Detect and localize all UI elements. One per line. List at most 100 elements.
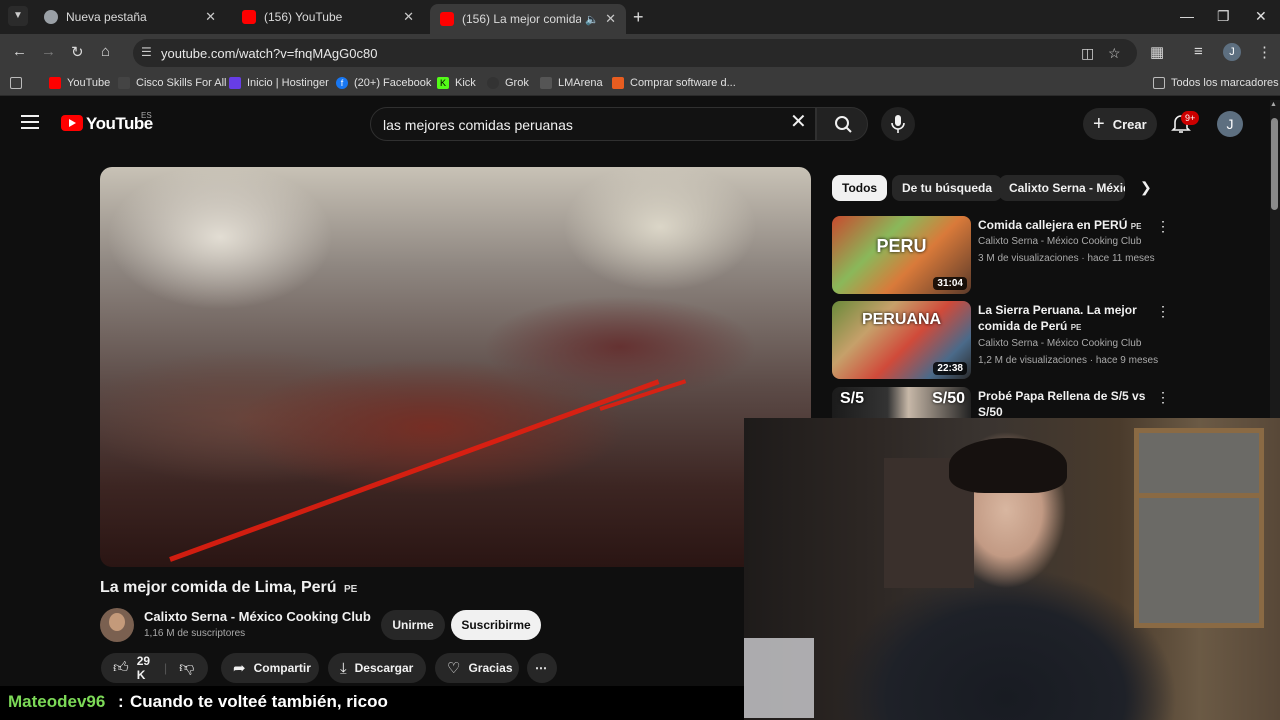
video-thumbnail[interactable]: PERU 31:04 [832, 216, 971, 294]
recommendation-title[interactable]: Probé Papa Rellena de S/5 vs S/50 [978, 388, 1150, 420]
more-options-icon[interactable]: ⋮ [1156, 389, 1170, 406]
extensions-icon[interactable]: ▦ [1150, 43, 1164, 61]
bookmark-label: Todos los marcadores [1171, 77, 1279, 89]
bookmark-star-icon[interactable]: ☆ [1108, 45, 1121, 62]
dislike-icon[interactable]: 👎︎ [179, 659, 194, 677]
thanks-heart-icon: ♡ [447, 660, 461, 677]
subscribe-button[interactable]: Suscribirme [451, 610, 541, 640]
bookmark-hostinger[interactable]: Inicio | Hostinger [229, 77, 329, 89]
channel-avatar[interactable] [100, 608, 134, 642]
bookmark-youtube[interactable]: YouTube [49, 77, 110, 89]
chip-all[interactable]: Todos [832, 175, 888, 201]
tab-current-video[interactable]: (156) La mejor comida de L 🔈 ✕ [430, 4, 626, 34]
chip-from-search[interactable]: De tu búsqueda [892, 175, 1003, 201]
recommendation-channel[interactable]: Calixto Serna - México Cooking Club [978, 338, 1141, 349]
apps-icon[interactable] [10, 77, 28, 89]
account-avatar[interactable]: J [1217, 111, 1243, 137]
recommendation-title[interactable]: La Sierra Peruana. La mejor comida de Pe… [978, 302, 1150, 336]
webcam-overlay [744, 418, 1280, 720]
bookmark-grok[interactable]: Grok [487, 77, 529, 89]
forward-icon[interactable]: → [41, 43, 56, 60]
all-bookmarks-folder[interactable]: Todos los marcadores [1153, 77, 1279, 89]
search-button[interactable] [816, 107, 868, 141]
thumbnail-text: S/5 [840, 390, 865, 407]
close-icon[interactable]: ✕ [605, 11, 616, 27]
chip-channel[interactable]: Calixto Serna - Méxic [999, 175, 1125, 201]
folder-icon [1153, 77, 1165, 89]
scroll-up-arrow-icon[interactable]: ▲ [1270, 101, 1277, 108]
recommendation-meta: 1,2 M de visualizaciones · hace 9 meses [978, 355, 1159, 366]
search-icon [835, 116, 852, 133]
country-flag: PE [1130, 222, 1142, 231]
thumbnail-text: PERU [876, 236, 927, 256]
window-close-icon[interactable]: ✕ [1255, 8, 1267, 25]
new-tab-button[interactable]: + [633, 7, 644, 28]
kick-icon: K [437, 77, 449, 89]
bookmark-label: Kick [455, 77, 476, 89]
chevron-right-icon[interactable]: ❯ [1140, 179, 1152, 196]
browser-menu-icon[interactable]: ⋮ [1257, 43, 1272, 61]
back-icon[interactable]: ← [12, 43, 27, 60]
cisco-icon [118, 77, 130, 89]
country-flag: PE [1070, 323, 1082, 332]
recommendation-title[interactable]: Comida callejera en PERÚ PE [978, 217, 1150, 235]
channel-name[interactable]: Calixto Serna - México Cooking Club [144, 609, 371, 624]
video-title-text: La mejor comida de Lima, Perú [100, 579, 337, 596]
youtube-header: YouTube ES las mejores comidas peruanas … [0, 100, 1280, 148]
share-label: Compartir [253, 661, 311, 675]
bookmark-cisco[interactable]: Cisco Skills For All [118, 77, 226, 89]
youtube-icon [49, 77, 61, 89]
media-controls-icon[interactable]: ≡ [1194, 43, 1203, 60]
join-button[interactable]: Unirme [381, 610, 445, 640]
download-button[interactable]: ⤓ Descargar [328, 653, 426, 683]
share-button[interactable]: ➦ Compartir [221, 653, 319, 683]
microphone-icon [891, 115, 905, 133]
maximize-icon[interactable]: ❐ [1217, 8, 1230, 25]
close-icon[interactable]: ✕ [403, 9, 414, 25]
like-icon[interactable]: 👍︎ [113, 659, 129, 677]
tab-new-tab[interactable]: Nueva pestaña ✕ [34, 4, 226, 30]
share-icon: ➦ [233, 660, 246, 677]
install-app-icon[interactable]: ◫ [1081, 45, 1094, 62]
notification-count-badge: 9+ [1181, 111, 1200, 125]
more-icon: ⋯ [535, 661, 547, 675]
site-info-icon[interactable]: ☰ [141, 45, 152, 59]
webcam-background-light [744, 638, 814, 718]
search-input[interactable]: las mejores comidas peruanas [370, 107, 816, 141]
more-actions-button[interactable]: ⋯ [527, 653, 557, 683]
bookmark-kick[interactable]: K Kick [437, 77, 476, 89]
menu-icon[interactable] [21, 115, 39, 129]
create-button[interactable]: + Crear [1083, 108, 1157, 140]
thumbnail-text: S/50 [932, 390, 965, 407]
bookmark-facebook[interactable]: f (20+) Facebook [336, 77, 431, 89]
browser-profile-avatar[interactable]: J [1223, 43, 1241, 61]
address-bar[interactable]: ☰ youtube.com/watch?v=fnqMAgG0c80 ◫ ☆ [133, 39, 1137, 67]
browser-toolbar: ← → ↻ ⌂ ☰ youtube.com/watch?v=fnqMAgG0c8… [0, 34, 1280, 72]
youtube-icon [242, 10, 256, 24]
youtube-logo-icon[interactable] [61, 115, 83, 131]
voice-search-button[interactable] [881, 107, 915, 141]
minimize-icon[interactable]: — [1180, 8, 1194, 24]
more-options-icon[interactable]: ⋮ [1156, 218, 1170, 235]
like-count[interactable]: 29 K [137, 654, 150, 682]
tab-search-button[interactable]: ▼ [8, 6, 28, 26]
webcam-background-shelf [1134, 428, 1264, 628]
reload-icon[interactable]: ↻ [71, 43, 84, 61]
video-player[interactable] [100, 167, 811, 567]
speaker-icon[interactable]: 🔈 [585, 13, 599, 26]
tab-youtube[interactable]: (156) YouTube ✕ [232, 4, 424, 30]
page-scrollbar-thumb[interactable] [1271, 118, 1278, 210]
video-thumbnail[interactable]: PERUANA 22:38 [832, 301, 971, 379]
chat-text: Cuando te volteé también, ricoo [130, 692, 388, 711]
recommendation-channel[interactable]: Calixto Serna - México Cooking Club [978, 236, 1141, 247]
webcam-person [949, 438, 1067, 493]
bookmark-lmarena[interactable]: LMArena [540, 77, 603, 89]
close-icon[interactable]: ✕ [205, 9, 216, 25]
country-flag: PE [343, 584, 358, 595]
more-options-icon[interactable]: ⋮ [1156, 303, 1170, 320]
home-icon[interactable]: ⌂ [101, 43, 110, 60]
country-code: ES [141, 111, 152, 120]
bookmark-software[interactable]: Comprar software d... [612, 77, 736, 89]
clear-search-icon[interactable]: ✕ [790, 110, 807, 134]
thanks-button[interactable]: ♡ Gracias [435, 653, 519, 683]
